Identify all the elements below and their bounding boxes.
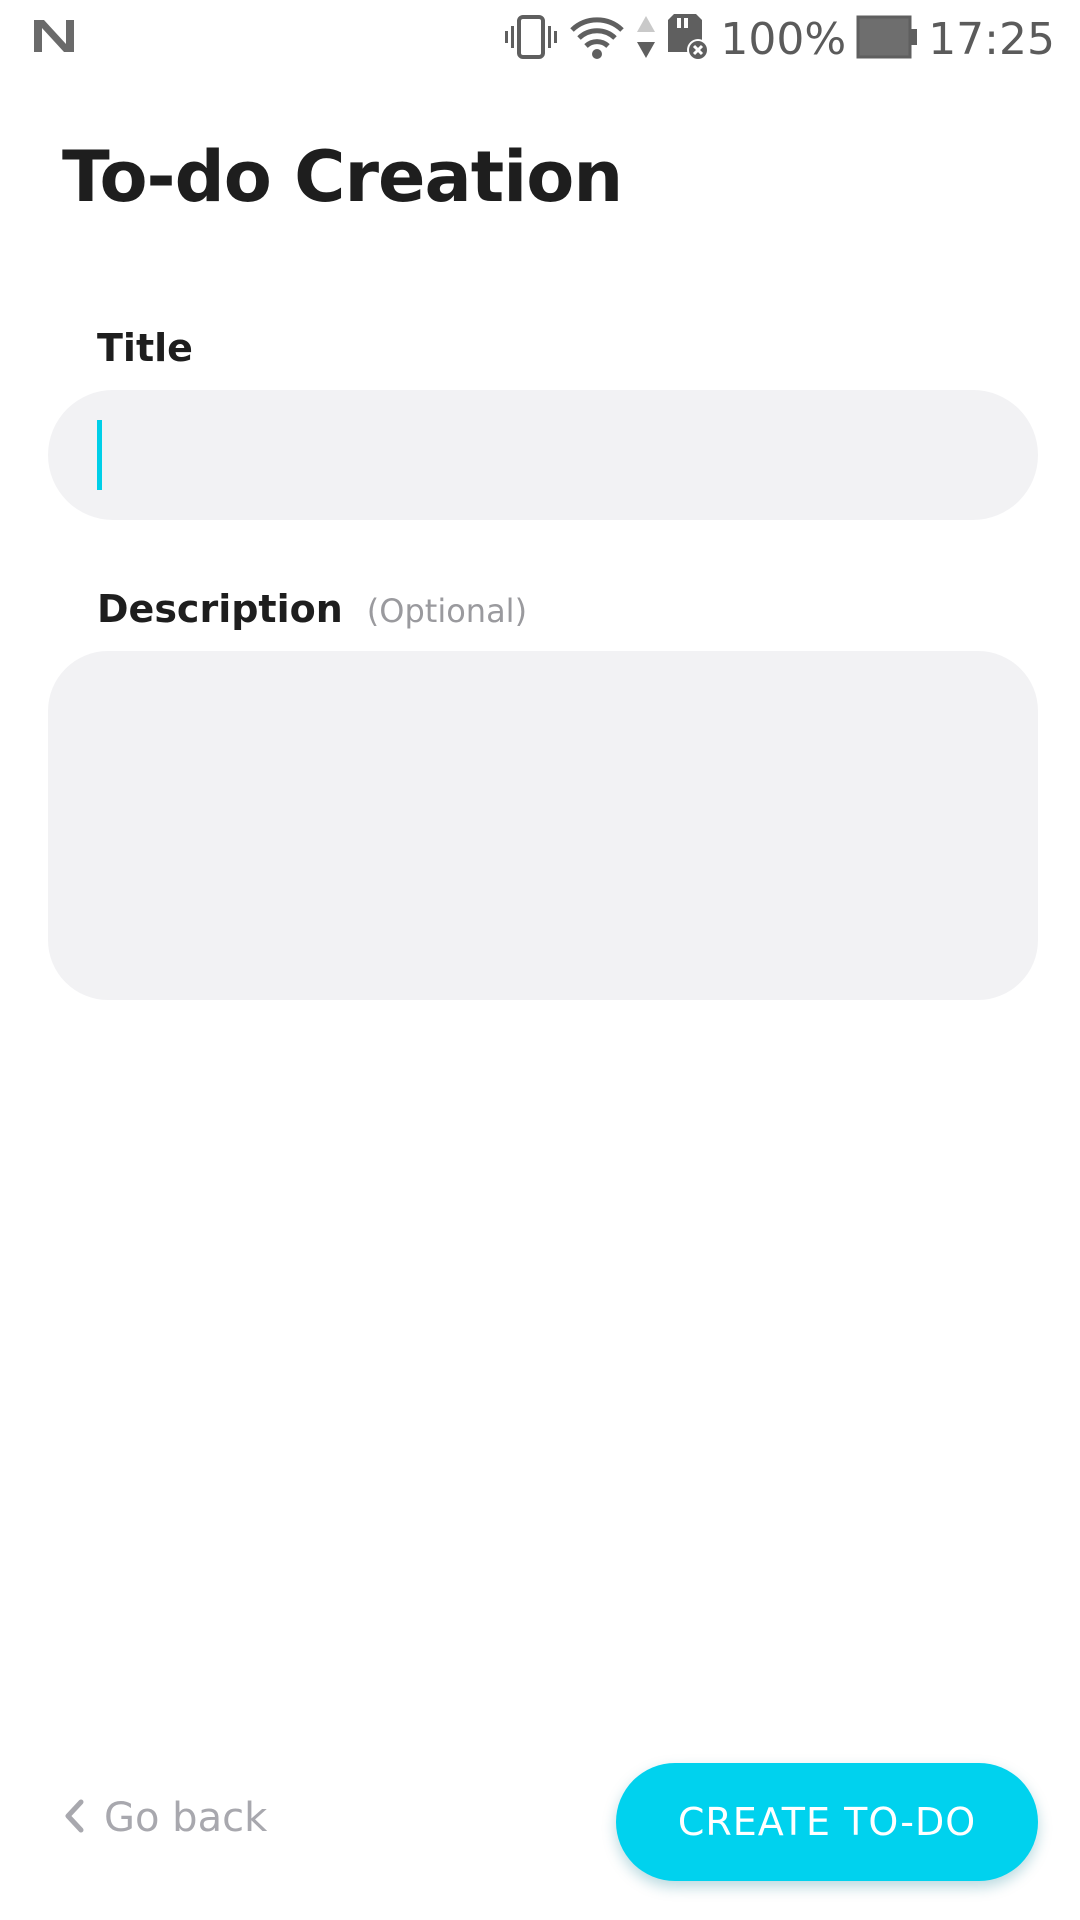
wifi-icon (568, 14, 626, 64)
todo-creation-screen: 100% 17:25 To-do Creation Title Descript… (0, 0, 1080, 1920)
n-notification-icon (30, 16, 78, 56)
description-input[interactable] (48, 651, 1038, 1000)
optional-hint: (Optional) (366, 592, 528, 630)
title-field-label: Title (97, 326, 193, 370)
sd-card-error-icon (666, 12, 710, 66)
data-transfer-icon (636, 14, 656, 64)
status-bar: 100% 17:25 (0, 0, 1080, 80)
create-todo-button[interactable]: CREATE TO-DO (616, 1763, 1038, 1881)
description-label-row: Description (Optional) (97, 587, 527, 631)
go-back-button[interactable]: Go back (62, 1795, 267, 1841)
status-icons: 100% 17:25 (504, 8, 1055, 70)
battery-icon (856, 15, 918, 63)
page-title: To-do Creation (62, 136, 623, 218)
description-field-label: Description (97, 587, 343, 631)
battery-percentage: 100% (720, 13, 847, 65)
create-todo-label: CREATE TO-DO (677, 1800, 977, 1844)
title-input[interactable] (48, 390, 1038, 520)
go-back-label: Go back (104, 1795, 268, 1841)
text-cursor (97, 420, 102, 490)
chevron-left-icon (62, 1798, 86, 1838)
status-time: 17:25 (928, 13, 1055, 65)
vibrate-icon (504, 14, 558, 64)
